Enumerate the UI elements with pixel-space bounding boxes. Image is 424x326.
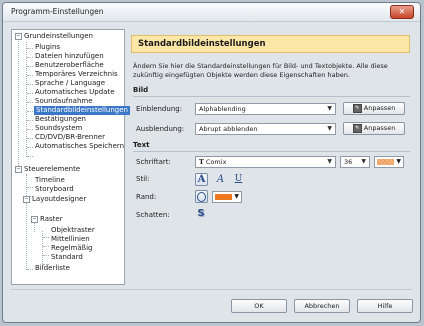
tree-item-grundeinstellungen[interactable]: Grundeinstellungen xyxy=(24,32,93,41)
font-size-value: 36 xyxy=(344,158,353,166)
collapse-icon[interactable]: − xyxy=(15,166,22,173)
tree-item-storyboard[interactable]: Storyboard xyxy=(35,185,74,194)
font-type-icon: T xyxy=(199,158,204,166)
border-color-picker[interactable]: ▼ xyxy=(212,191,242,203)
ausblendung-anpassen-button[interactable]: ✎ Anpassen xyxy=(343,122,405,135)
dropdown-arrow-icon: ▼ xyxy=(234,193,239,200)
dropdown-arrow-icon: ▼ xyxy=(361,158,366,165)
border-color-swatch xyxy=(215,194,232,200)
italic-button[interactable]: A xyxy=(214,173,227,186)
section-text-divider xyxy=(133,151,410,152)
window-title: Programm-Einstellungen xyxy=(11,7,104,16)
settings-tree: − Grundeinstellungen Plugins Dateien hin… xyxy=(11,29,130,285)
rand-label: Rand: xyxy=(136,193,157,201)
tree-item-dateien-hinzufuegen[interactable]: Dateien hinzufügen xyxy=(35,52,104,61)
panel-title: Standardbildeinstellungen xyxy=(138,39,266,49)
adjust-icon: ✎ xyxy=(352,103,362,113)
dropdown-arrow-icon: ▼ xyxy=(327,105,332,112)
tree-item-standardbildeinstellungen[interactable]: Standardbildeinstellungen xyxy=(34,106,130,115)
tree-item-regelmaessig[interactable]: Regelmäßig xyxy=(51,244,92,253)
dropdown-arrow-icon: ▼ xyxy=(327,158,332,165)
tree-item-raster[interactable]: Raster xyxy=(40,215,63,224)
tree-item-bestaetigungen[interactable]: Bestätigungen xyxy=(35,115,86,124)
tree-item-cd-dvd-brenner[interactable]: CD/DVD/BR-Brenner xyxy=(35,133,105,142)
collapse-icon[interactable]: − xyxy=(15,33,22,40)
tree-item-benutzeroberflaeche[interactable]: Benutzeroberfläche xyxy=(35,61,104,70)
tree-item-steuerelemente[interactable]: Steuerelemente xyxy=(24,165,80,174)
bold-button[interactable]: A xyxy=(195,173,208,186)
section-bild-divider xyxy=(133,96,410,97)
font-color-picker[interactable]: ▼ xyxy=(374,156,404,168)
ausblendung-label: Ausblendung: xyxy=(136,125,185,133)
tree-item-objektraster[interactable]: Objektraster xyxy=(51,226,95,235)
font-value: Comix xyxy=(205,158,227,166)
tree-item-timeline[interactable]: Timeline xyxy=(35,176,65,185)
tree-item-automatisches-speichern[interactable]: Automatisches Speichern xyxy=(35,142,124,151)
collapse-icon[interactable]: − xyxy=(31,216,38,223)
border-toggle-button[interactable] xyxy=(195,190,208,203)
einblendung-label: Einblendung: xyxy=(136,105,183,113)
anpassen-label: Anpassen xyxy=(363,124,396,132)
tree-item-soundaufnahme[interactable]: Soundaufnahme xyxy=(35,97,93,106)
einblendung-value: Alphablending xyxy=(199,105,246,113)
schatten-label: Schatten: xyxy=(136,211,170,219)
einblendung-anpassen-button[interactable]: ✎ Anpassen xyxy=(343,102,405,115)
tree-item-temporaeres-verzeichnis[interactable]: Temporäres Verzeichnis xyxy=(35,70,118,79)
border-icon xyxy=(197,192,206,202)
collapse-icon[interactable]: − xyxy=(23,196,30,203)
close-button[interactable]: ✕ xyxy=(390,5,414,19)
shadow-toggle-icon[interactable]: S xyxy=(196,208,206,220)
tree-item-bilderliste[interactable]: Bilderliste xyxy=(35,264,70,273)
font-size-dropdown[interactable]: 36 ▼ xyxy=(340,156,370,168)
adjust-icon: ✎ xyxy=(352,123,362,133)
tree-item-mittellinien[interactable]: Mittellinien xyxy=(51,235,90,244)
stil-label: Stil: xyxy=(136,175,150,183)
panel-header: Standardbildeinstellungen xyxy=(131,35,410,53)
section-text-heading: Text xyxy=(133,141,150,149)
tree-item-automatisches-update[interactable]: Automatisches Update xyxy=(35,88,115,97)
settings-window: Programm-Einstellungen ✕ − Grundeinstell… xyxy=(2,2,421,323)
tree-item-plugins[interactable]: Plugins xyxy=(35,43,60,52)
tree-item-sprache[interactable]: Sprache / Language xyxy=(35,79,105,88)
dropdown-arrow-icon: ▼ xyxy=(327,125,332,132)
cancel-button[interactable]: Abbrechen xyxy=(294,299,350,313)
anpassen-label: Anpassen xyxy=(363,104,396,112)
underline-button[interactable]: U xyxy=(232,173,245,186)
tree-item-layoutdesigner[interactable]: Layoutdesigner xyxy=(32,195,86,204)
close-icon: ✕ xyxy=(398,7,406,16)
dropdown-arrow-icon: ▼ xyxy=(396,158,401,165)
tree-item-soundsystem[interactable]: Soundsystem xyxy=(35,124,82,133)
section-bild-heading: Bild xyxy=(133,86,149,94)
footer-divider xyxy=(11,289,412,290)
font-dropdown[interactable]: T Comix ▼ xyxy=(195,156,336,168)
einblendung-dropdown[interactable]: Alphablending ▼ xyxy=(195,103,336,115)
title-bar: Programm-Einstellungen ✕ xyxy=(3,3,420,22)
help-button[interactable]: Hilfe xyxy=(357,299,413,313)
tree-item-standard[interactable]: Standard xyxy=(51,253,83,262)
panel-description: Ändern Sie hier die Standardeinstellunge… xyxy=(133,62,388,79)
schriftart-label: Schriftart: xyxy=(136,158,171,166)
ok-button[interactable]: OK xyxy=(231,299,287,313)
font-color-swatch xyxy=(377,159,394,165)
ausblendung-dropdown[interactable]: Abrupt abblenden ▼ xyxy=(195,123,336,135)
ausblendung-value: Abrupt abblenden xyxy=(199,125,258,133)
